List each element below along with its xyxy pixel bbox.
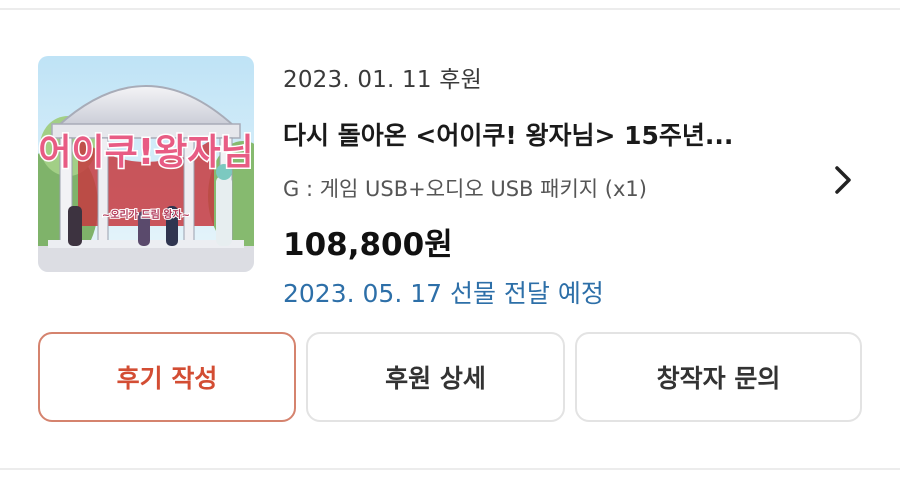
chevron-right-icon[interactable]: [828, 162, 858, 198]
pledge-amount: 108,800원: [283, 227, 453, 263]
bottom-divider: [0, 468, 900, 470]
pledge-card[interactable]: 어이쿠!왕자님 ~오리가 드림 왕자~ 2023. 01. 11 후원 다시 돌…: [0, 10, 900, 468]
write-review-button[interactable]: 후기 작성: [38, 332, 296, 422]
contact-creator-label: 창작자 문의: [656, 364, 781, 393]
pledge-date: 2023. 01. 11 후원: [283, 67, 482, 93]
thumbnail-title: 어이쿠!왕자님: [38, 132, 253, 173]
project-thumbnail[interactable]: 어이쿠!왕자님 ~오리가 드림 왕자~: [38, 56, 254, 272]
thumbnail-subtitle: ~오리가 드림 왕자~: [102, 208, 190, 221]
pledge-detail-label: 후원 상세: [385, 364, 486, 393]
reward-option: G : 게임 USB+오디오 USB 패키지 (x1): [283, 177, 647, 201]
project-title[interactable]: 다시 돌아온 <어이쿠! 왕자님> 15주년...: [283, 116, 803, 152]
write-review-label: 후기 작성: [116, 364, 218, 393]
contact-creator-button[interactable]: 창작자 문의: [575, 332, 862, 422]
pledge-detail-button[interactable]: 후원 상세: [306, 332, 565, 422]
delivery-date: 2023. 05. 17 선물 전달 예정: [283, 279, 604, 308]
